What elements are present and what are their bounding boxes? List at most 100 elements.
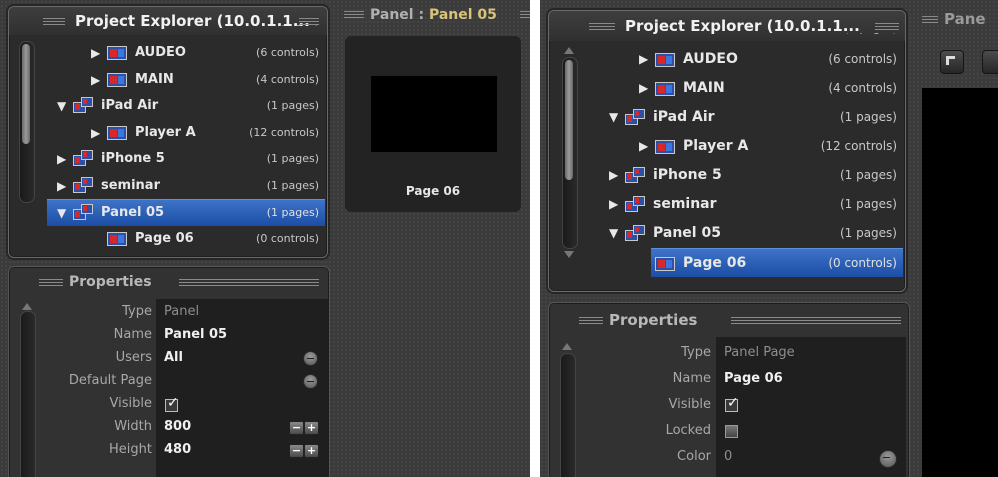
property-users[interactable]: Users All	[9, 347, 329, 369]
property-locked[interactable]: Locked	[549, 419, 909, 443]
tree-row-player-a[interactable]: ▶ Player A (12 controls)	[595, 132, 903, 161]
drag-grip-icon[interactable]	[875, 23, 899, 30]
drag-grip-icon[interactable]	[731, 317, 901, 324]
tree-row-main[interactable]: ▶ MAIN (4 controls)	[47, 67, 325, 94]
device-icon-part	[81, 204, 93, 215]
expand-triangle-icon[interactable]: ▼	[57, 93, 66, 120]
tree-row-partial[interactable]: Panel 01 (3 pages)	[595, 33, 903, 45]
explorer-scrollbar[interactable]	[19, 41, 35, 203]
drag-grip-icon[interactable]	[344, 11, 364, 18]
toolbar-corner-button[interactable]	[940, 50, 964, 74]
property-height[interactable]: Height 480 − +	[9, 439, 329, 461]
scroll-up-arrow-icon[interactable]	[564, 47, 574, 54]
collapse-triangle-icon[interactable]: ▶	[639, 45, 648, 74]
expand-triangle-icon[interactable]: ▼	[609, 219, 618, 248]
scrollbar-thumb[interactable]	[565, 60, 573, 180]
drag-grip-icon[interactable]	[179, 279, 319, 286]
scroll-down-arrow-icon[interactable]	[564, 251, 574, 258]
device-icon	[73, 176, 95, 195]
device-icon	[625, 108, 647, 127]
collapse-triangle-icon[interactable]: ▶	[639, 74, 648, 103]
collapse-triangle-icon[interactable]: ▶	[639, 132, 648, 161]
locked-checkbox[interactable]	[725, 425, 738, 438]
tree-row-count: (3 pages)	[845, 33, 897, 43]
property-key: Type	[122, 304, 152, 319]
tree-row-ipad-air[interactable]: ▼ iPad Air (1 pages)	[595, 103, 903, 132]
visible-checkbox[interactable]: ✓	[725, 395, 739, 412]
collapse-triangle-icon[interactable]: ▶	[609, 190, 618, 219]
collapse-triangle-icon[interactable]: ▶	[609, 161, 618, 190]
page-icon	[107, 231, 127, 246]
tree-row-iphone-5[interactable]: ▶ iPhone 5 (1 pages)	[595, 161, 903, 190]
expand-triangle-icon[interactable]: ▼	[57, 200, 66, 227]
scrollbar-thumb[interactable]	[22, 44, 30, 144]
tree-row-seminar[interactable]: ▶ seminar (1 pages)	[595, 190, 903, 219]
drag-grip-icon[interactable]	[299, 18, 319, 25]
property-value[interactable]: 480	[164, 439, 191, 461]
tree-row-label: AUDEO	[135, 45, 186, 60]
remove-circle-icon[interactable]	[303, 374, 318, 389]
page-card[interactable]: Page 06	[345, 36, 521, 212]
tree-row-audeo[interactable]: ▶ AUDEO (6 controls)	[595, 45, 903, 74]
collapse-triangle-icon[interactable]: ▶	[91, 120, 100, 147]
tree-row-label: seminar	[101, 177, 160, 193]
expand-triangle-icon[interactable]: ▼	[609, 103, 618, 132]
tree-row-audeo[interactable]: ▶ AUDEO (6 controls)	[47, 40, 325, 67]
drag-grip-icon[interactable]	[589, 23, 615, 30]
property-default-page[interactable]: Default Page	[9, 370, 329, 392]
tree-row-page-06[interactable]: Page 06 (0 controls)	[47, 226, 325, 253]
property-value[interactable]: All	[164, 347, 183, 369]
drag-grip-icon[interactable]	[43, 18, 65, 25]
property-value[interactable]: 0	[724, 445, 732, 469]
page-card-label: Page 06	[405, 184, 461, 198]
drag-grip-icon[interactable]	[520, 11, 530, 18]
collapse-triangle-icon[interactable]: ▶	[57, 146, 66, 173]
tree-row-label: Panel 01	[665, 33, 728, 43]
tree-row-panel-05[interactable]: ▼ Panel 05 (1 pages)	[47, 199, 325, 226]
decrement-button[interactable]: −	[289, 421, 304, 435]
collapse-triangle-icon[interactable]: ▶	[57, 173, 66, 200]
tree-row-iphone-5[interactable]: ▶ iPhone 5 (1 pages)	[47, 146, 325, 173]
property-key: Width	[114, 419, 152, 434]
toolbar-grid-button[interactable]	[982, 50, 998, 74]
collapse-triangle-icon[interactable]: ▶	[91, 67, 100, 94]
drag-grip-icon[interactable]	[39, 279, 63, 286]
tree-row-panel-05[interactable]: ▼ Panel 05 (1 pages)	[595, 219, 903, 248]
visible-checkbox[interactable]: ✓	[165, 395, 179, 412]
remove-circle-icon[interactable]	[879, 450, 897, 468]
explorer-scrollbar[interactable]	[562, 57, 578, 249]
property-name[interactable]: Name Panel 05	[9, 324, 329, 346]
tree-row-label: Page 06	[683, 255, 747, 271]
tree-row-page-06[interactable]: Page 06 (0 controls)	[651, 248, 903, 277]
tree-row-partial[interactable]: Panel 01 (3 pages)	[47, 25, 325, 39]
tree-row-player-a[interactable]: ▶ Player A (12 controls)	[47, 120, 325, 147]
panel-canvas[interactable]	[922, 88, 998, 477]
device-icon-part	[81, 176, 93, 187]
property-value[interactable]: 800	[164, 416, 191, 438]
increment-button[interactable]: +	[304, 444, 319, 458]
tree-row-seminar[interactable]: ▶ seminar (1 pages)	[47, 173, 325, 200]
explorer-tree: Panel 01 (3 pages) ▶ AUDEO (6 controls) ▶ MA…	[47, 25, 325, 257]
tree-row-main[interactable]: ▶ MAIN (4 controls)	[595, 74, 903, 103]
tree-row-count: (12 controls)	[249, 125, 319, 139]
property-visible[interactable]: Visible ✓	[9, 393, 329, 415]
device-icon-part	[633, 224, 645, 235]
remove-circle-icon[interactable]	[303, 351, 318, 366]
property-name[interactable]: Name Page 06	[549, 367, 909, 391]
tree-row-ipad-air[interactable]: ▼ iPad Air (1 pages)	[47, 93, 325, 120]
properties-pane: Properties Type Panel Page Name Page 06 …	[548, 302, 910, 477]
property-value[interactable]: Panel 05	[164, 324, 227, 346]
property-color[interactable]: Color 0	[549, 445, 909, 469]
collapse-triangle-icon[interactable]: ▶	[91, 40, 100, 67]
device-icon	[625, 166, 647, 185]
page-thumbnail[interactable]	[371, 76, 497, 152]
panel-title-name: Panel 05	[428, 7, 497, 23]
property-visible[interactable]: Visible ✓	[549, 393, 909, 417]
property-width[interactable]: Width 800 − +	[9, 416, 329, 438]
increment-button[interactable]: +	[304, 421, 319, 435]
drag-grip-icon[interactable]	[922, 16, 938, 23]
drag-grip-icon[interactable]	[579, 317, 603, 324]
tree-row-label: Player A	[683, 138, 749, 154]
property-value[interactable]: Page 06	[724, 367, 783, 391]
decrement-button[interactable]: −	[289, 444, 304, 458]
